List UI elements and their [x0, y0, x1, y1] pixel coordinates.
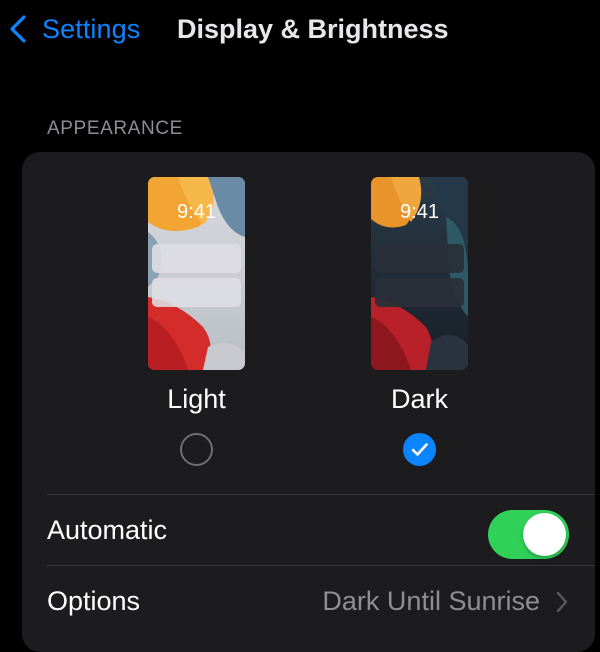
appearance-section-header: APPEARANCE: [47, 118, 183, 139]
automatic-label: Automatic: [47, 515, 168, 545]
dark-option-label: Dark: [390, 384, 448, 414]
appearance-option-light[interactable]: 9:41 Light: [123, 177, 273, 477]
back-button[interactable]: Settings: [8, 12, 140, 46]
light-mode-preview: 9:41: [148, 177, 245, 370]
preview-notification: [152, 244, 241, 273]
light-option-label: Light: [167, 384, 226, 414]
options-row[interactable]: Options Dark Until Sunrise: [22, 566, 595, 636]
navigation-bar: Settings Display & Brightness: [0, 0, 600, 60]
chevron-left-icon: [10, 15, 26, 43]
preview-notification: [152, 278, 241, 307]
appearance-option-dark[interactable]: 9:41 Dark: [346, 177, 496, 477]
dark-mode-preview: 9:41: [371, 177, 468, 370]
preview-notification: [375, 278, 464, 307]
light-radio-button[interactable]: [180, 433, 213, 466]
preview-clock: 9:41: [177, 201, 216, 223]
chevron-right-icon: [556, 591, 568, 613]
options-label: Options: [47, 586, 141, 616]
page-title: Display & Brightness: [177, 14, 449, 44]
dark-radio-button[interactable]: [403, 433, 436, 466]
appearance-card: 9:41 Light 9:41 Dark Automatic Options D…: [22, 152, 595, 652]
preview-clock: 9:41: [400, 201, 439, 223]
toggle-knob: [523, 513, 566, 556]
preview-notification: [375, 244, 464, 273]
checkmark-icon: [411, 443, 428, 456]
automatic-toggle[interactable]: [488, 510, 569, 559]
options-value: Dark Until Sunrise: [322, 586, 540, 616]
automatic-row: Automatic: [22, 495, 595, 565]
back-button-label: Settings: [42, 13, 141, 44]
